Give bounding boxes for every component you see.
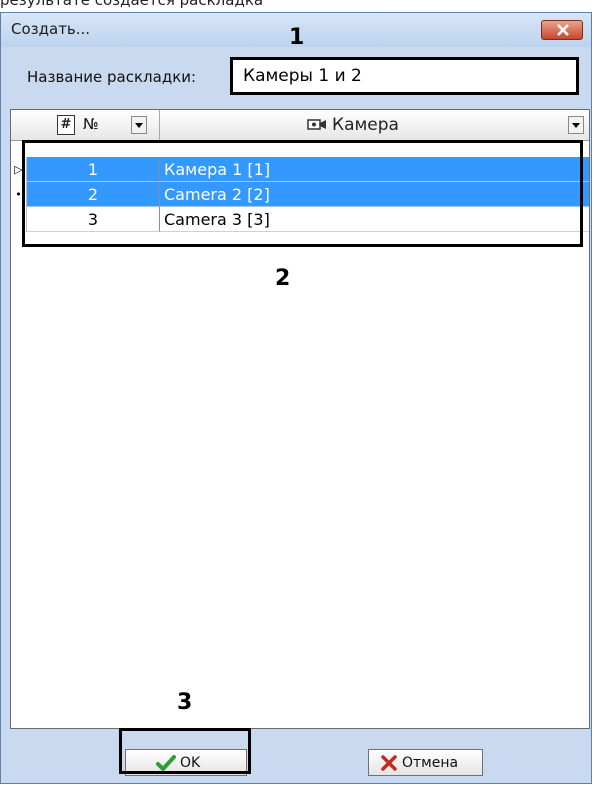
table-row[interactable]: • 2 Camera 2 [2] [11, 182, 589, 207]
checkmark-icon [156, 755, 176, 771]
row-camera-cell[interactable]: Camera 2 [2] [160, 182, 589, 207]
column-header-number[interactable]: # № [27, 110, 160, 140]
dialog-footer: OK Отмена [1, 725, 591, 785]
row-indicator: ▷ [11, 157, 27, 182]
create-layout-dialog: Создать... Название раскладки: Камеры 1 … [0, 12, 592, 784]
row-indicator [11, 207, 27, 232]
row-number-cell[interactable]: 1 [27, 157, 160, 182]
number-column-dropdown[interactable] [131, 116, 147, 134]
camera-column-dropdown[interactable] [568, 116, 584, 134]
row-camera-cell[interactable]: Camera 3 [3] [160, 207, 589, 232]
table-row[interactable]: ▷ 1 Камера 1 [1] [11, 157, 589, 182]
layout-name-row: Название раскладки: Камеры 1 и 2 [1, 51, 591, 101]
camera-icon [307, 119, 326, 130]
column-number-label: № [83, 115, 99, 133]
close-icon [557, 24, 569, 36]
layout-name-label: Название раскладки: [27, 68, 197, 86]
dialog-title: Создать... [11, 20, 91, 38]
ok-button[interactable]: OK [125, 749, 247, 776]
column-camera-label: Камера [332, 115, 399, 135]
column-header-camera[interactable]: Камера [160, 110, 589, 140]
cross-icon [381, 755, 397, 771]
callout-number-3: 3 [177, 690, 193, 715]
row-number-cell[interactable]: 3 [27, 207, 160, 232]
background-caption-fragment: результате создается раскладка [0, 0, 264, 9]
table-row[interactable]: 3 Camera 3 [3] [11, 207, 589, 232]
callout-number-2: 2 [275, 266, 291, 291]
hash-icon: # [57, 115, 75, 135]
row-indicator: • [11, 182, 27, 207]
layout-name-input[interactable]: Камеры 1 и 2 [230, 57, 579, 95]
cancel-button[interactable]: Отмена [368, 749, 483, 776]
grid-header: # № Камера [11, 110, 589, 141]
row-camera-cell[interactable]: Камера 1 [1] [160, 157, 589, 182]
row-number-cell[interactable]: 2 [27, 182, 160, 207]
cancel-button-label: Отмена [402, 755, 459, 771]
callout-number-1: 1 [289, 25, 305, 50]
camera-grid: # № Камера ▷ 1 Камера 1 [1] • 2 Camera 2… [10, 109, 590, 729]
ok-button-label: OK [180, 755, 201, 771]
close-button[interactable] [541, 20, 583, 40]
